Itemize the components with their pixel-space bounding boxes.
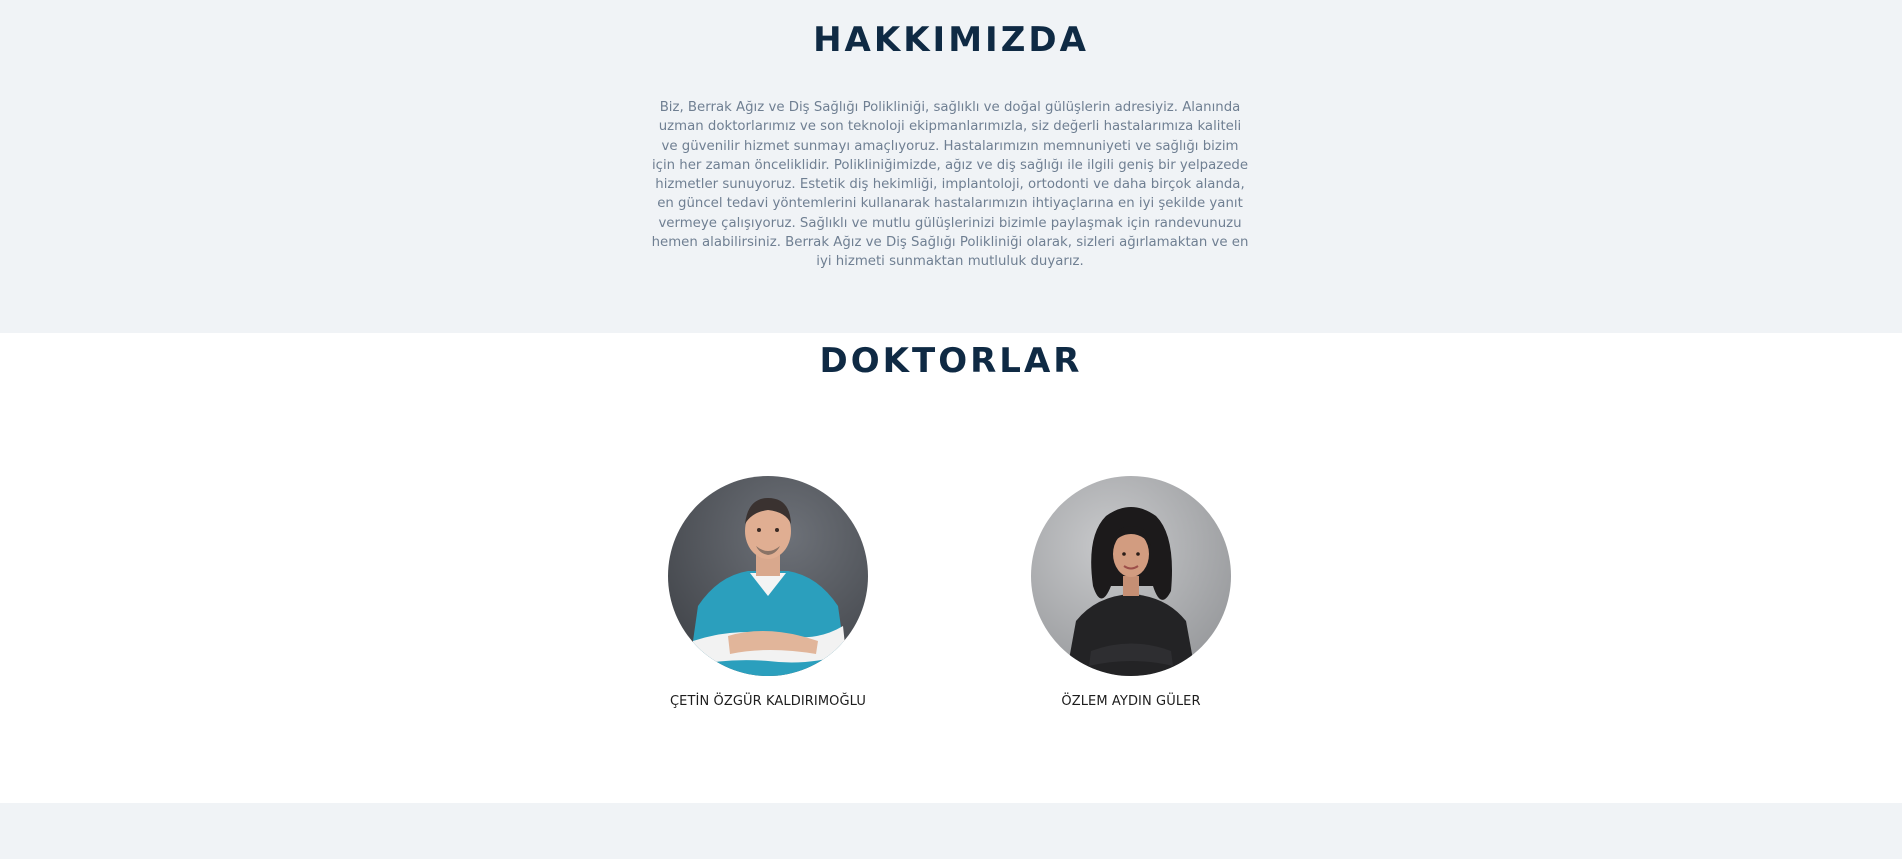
doctor-name-1: ÇETİN ÖZGÜR KALDIRIMOĞLU [670, 694, 866, 709]
footer-band [0, 803, 1902, 859]
doctors-section: DOKTORLAR ÇETİN ÖZGÜR KALDIRIMOĞLU ÖZLEM… [0, 333, 1902, 803]
about-text: Biz, Berrak Ağız ve Diş Sağlığı Poliklin… [651, 100, 1249, 270]
doctor-card-2[interactable]: ÖZLEM AYDIN GÜLER [1001, 476, 1261, 709]
about-title: HAKKIMIZDA [813, 20, 1089, 60]
doctors-title: DOKTORLAR [819, 341, 1083, 381]
doctor-photo-1 [668, 476, 868, 676]
doctor-card-1[interactable]: ÇETİN ÖZGÜR KALDIRIMOĞLU [638, 476, 898, 709]
doctor-photo-2 [1031, 476, 1231, 676]
about-section: HAKKIMIZDA Biz, Berrak Ağız ve Diş Sağlı… [0, 0, 1902, 333]
doctor-name-2: ÖZLEM AYDIN GÜLER [1061, 694, 1201, 709]
